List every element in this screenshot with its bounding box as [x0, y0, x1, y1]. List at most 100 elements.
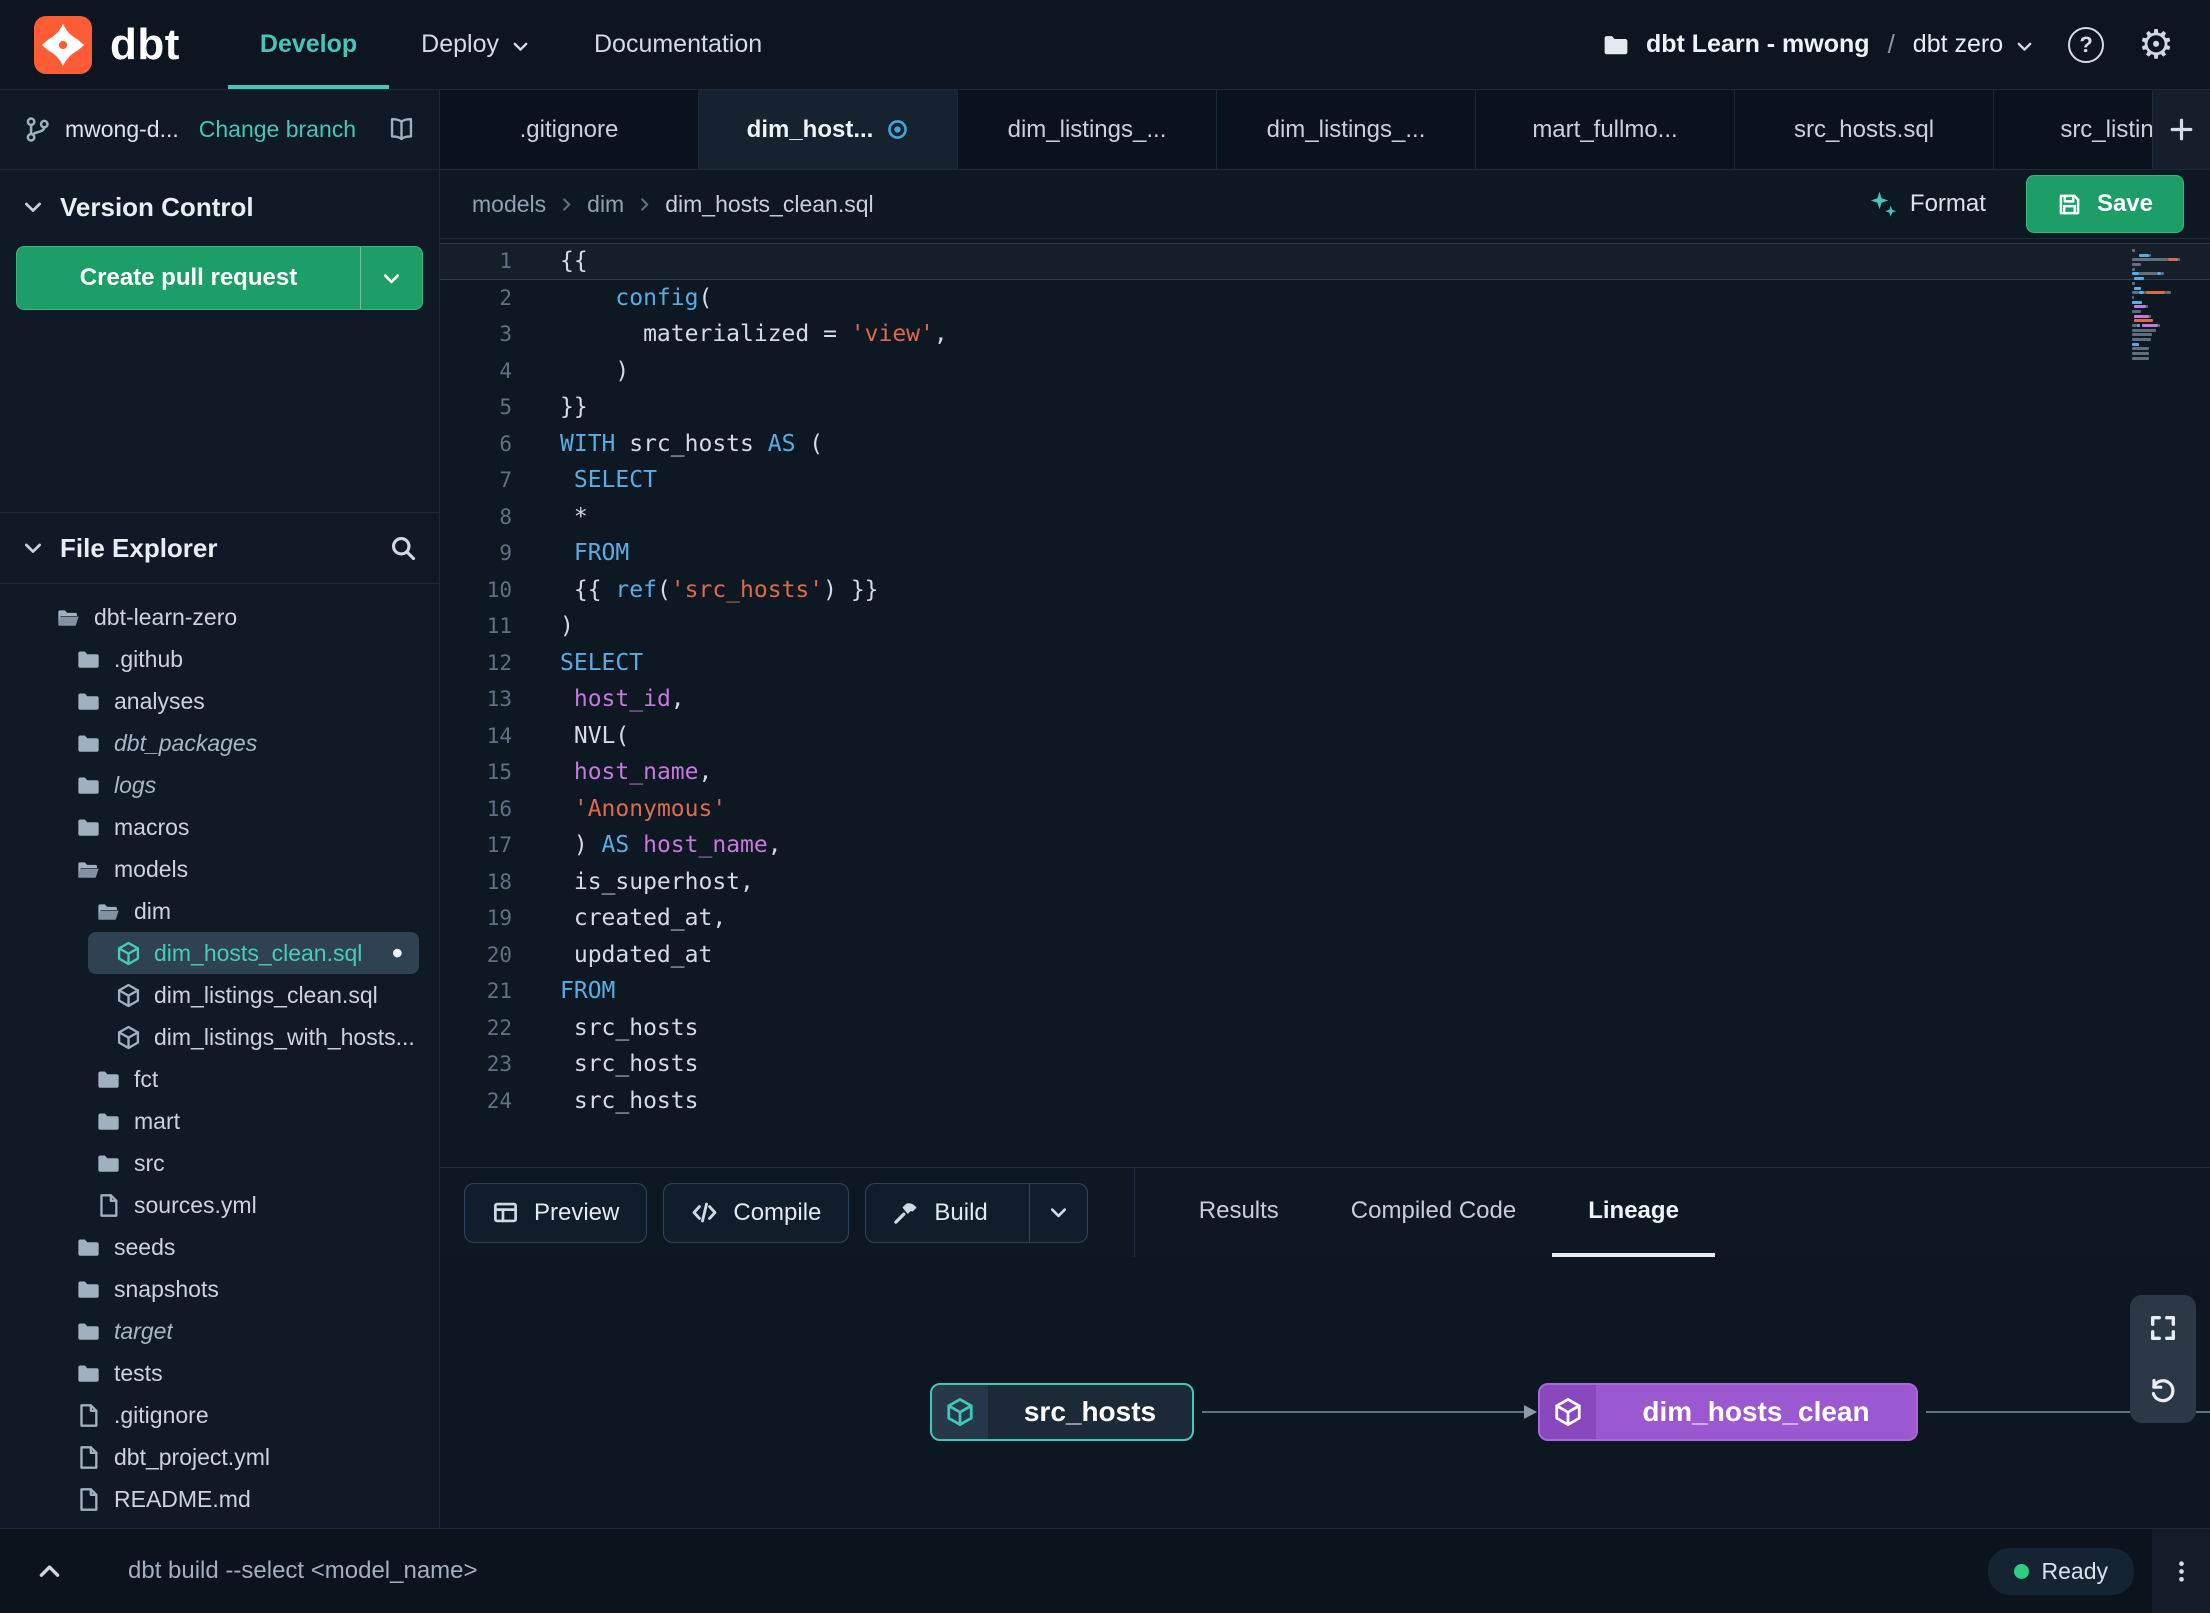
- lineage-node-dim-hosts-clean[interactable]: dim_hosts_clean: [1538, 1383, 1918, 1441]
- nav-item-label: Develop: [259, 30, 358, 58]
- tree-item-src[interactable]: src: [0, 1142, 439, 1184]
- tree-item-dbt-learn-zero[interactable]: dbt-learn-zero: [0, 596, 439, 638]
- tab-mart-fullmo[interactable]: mart_fullmo...: [1476, 90, 1735, 169]
- nav-item-develop[interactable]: Develop: [227, 0, 390, 89]
- create-pr-dropdown-button[interactable]: [360, 247, 422, 309]
- fullscreen-button[interactable]: [2135, 1300, 2191, 1356]
- lineage-canvas[interactable]: src_hostsdim_hosts_cleandim_listings_w_h: [440, 1257, 2210, 1528]
- kebab-menu-button[interactable]: [2152, 1529, 2210, 1613]
- tree-item-github[interactable]: .github: [0, 638, 439, 680]
- tree-item-models[interactable]: models: [0, 848, 439, 890]
- code-line[interactable]: 17 ) AS host_name,: [440, 827, 2210, 864]
- search-icon[interactable]: [389, 534, 417, 562]
- code-line[interactable]: 16 'Anonymous': [440, 791, 2210, 828]
- code-line[interactable]: 1 {{: [440, 243, 2210, 280]
- tree-item-readme-md[interactable]: README.md: [0, 1478, 439, 1520]
- code-token: *: [560, 503, 588, 530]
- code-line[interactable]: 3 materialized = 'view',: [440, 316, 2210, 353]
- help-button[interactable]: ?: [2068, 26, 2105, 63]
- tree-item-mart[interactable]: mart: [0, 1100, 439, 1142]
- code-line[interactable]: 20 updated_at: [440, 937, 2210, 974]
- code-line[interactable]: 8 *: [440, 499, 2210, 536]
- command-input[interactable]: dbt build --select <model_name>: [128, 1557, 478, 1585]
- tab-dim-listings[interactable]: dim_listings_...: [1217, 90, 1476, 169]
- new-tab-button[interactable]: [2152, 90, 2210, 169]
- environment-dropdown[interactable]: dbt zero: [1913, 30, 2034, 59]
- code-line[interactable]: 12 SELECT: [440, 645, 2210, 682]
- minimap-line: [2132, 319, 2192, 323]
- nav-item-documentation[interactable]: Documentation: [562, 0, 794, 89]
- minimap-mark: [2132, 324, 2138, 327]
- code-token: ): [560, 613, 574, 640]
- tree-item-analyses[interactable]: analyses: [0, 680, 439, 722]
- create-pull-request-button[interactable]: Create pull request: [16, 246, 423, 310]
- code-line[interactable]: 4 ): [440, 353, 2210, 390]
- tab-gitignore[interactable]: .gitignore: [440, 90, 699, 169]
- tree-item-sources-yml[interactable]: sources.yml: [0, 1184, 439, 1226]
- file-explorer-header[interactable]: File Explorer: [0, 512, 439, 584]
- compile-button[interactable]: Compile: [663, 1182, 850, 1243]
- tree-item-dim-hosts-clean-sql[interactable]: dim_hosts_clean.sql •: [88, 932, 419, 974]
- tree-item-dim-listings-clean-sql[interactable]: dim_listings_clean.sql: [0, 974, 439, 1016]
- change-branch-link[interactable]: Change branch: [199, 116, 356, 143]
- code-line[interactable]: 13 host_id,: [440, 681, 2210, 718]
- tree-item-gitignore[interactable]: .gitignore: [0, 1394, 439, 1436]
- build-button[interactable]: Build: [866, 1184, 1013, 1242]
- version-control-header[interactable]: Version Control: [0, 170, 439, 244]
- code-line[interactable]: 22 src_hosts: [440, 1010, 2210, 1047]
- code-line[interactable]: 19 created_at,: [440, 900, 2210, 937]
- tab-compiled-code[interactable]: Compiled Code: [1315, 1168, 1552, 1257]
- nav-item-deploy[interactable]: Deploy: [389, 0, 562, 89]
- tree-item-dim-listings-with-hosts[interactable]: dim_listings_with_hosts...: [0, 1016, 439, 1058]
- code-line[interactable]: 5}}: [440, 389, 2210, 426]
- tree-item-macros[interactable]: macros: [0, 806, 439, 848]
- tree-item-tests[interactable]: tests: [0, 1352, 439, 1394]
- save-button[interactable]: Save: [2025, 175, 2184, 233]
- code-line[interactable]: 10 {{ ref('src_hosts') }}: [440, 572, 2210, 609]
- tree-item-dim[interactable]: dim: [0, 890, 439, 932]
- code-editor[interactable]: 1{{2 config(3 materialized = 'view', 4 ) 5…: [440, 238, 2210, 1167]
- tree-item-target[interactable]: target: [0, 1310, 439, 1352]
- format-button[interactable]: Format: [1869, 190, 1986, 218]
- lineage-node-src-hosts[interactable]: src_hosts: [930, 1383, 1194, 1441]
- code-token: FROM: [560, 978, 616, 1005]
- code-line[interactable]: 6 WITH src_hosts AS (: [440, 426, 2210, 463]
- build-dropdown-button[interactable]: [1028, 1183, 1087, 1242]
- tree-item-logs[interactable]: logs: [0, 764, 439, 806]
- tab-lineage[interactable]: Lineage: [1552, 1168, 1715, 1257]
- editor-minimap[interactable]: [2132, 249, 2192, 362]
- code-line[interactable]: 14 NVL(: [440, 718, 2210, 755]
- minimap-line: [2132, 281, 2192, 285]
- breadcrumb-item[interactable]: models: [472, 191, 546, 218]
- tab-dim-listings[interactable]: dim_listings_...: [958, 90, 1217, 169]
- minimap-mark: [2142, 324, 2158, 327]
- tab-results[interactable]: Results: [1163, 1168, 1315, 1257]
- code-line[interactable]: 24 src_hosts: [440, 1083, 2210, 1120]
- code-line[interactable]: 21 FROM: [440, 973, 2210, 1010]
- gear-icon[interactable]: ⚙: [2138, 25, 2174, 65]
- folder-icon: [76, 1361, 101, 1386]
- tree-item-snapshots[interactable]: snapshots: [0, 1268, 439, 1310]
- preview-button[interactable]: Preview: [464, 1182, 648, 1243]
- breadcrumb-item[interactable]: dim_hosts_clean.sql: [665, 191, 873, 218]
- code-token: ) }}: [823, 576, 879, 603]
- tree-item-fct[interactable]: fct: [0, 1058, 439, 1100]
- code-line[interactable]: 18 is_superhost,: [440, 864, 2210, 901]
- tree-item-seeds[interactable]: seeds: [0, 1226, 439, 1268]
- reset-view-button[interactable]: [2135, 1362, 2191, 1418]
- code-line[interactable]: 2 config(: [440, 280, 2210, 317]
- code-line[interactable]: 15 host_name,: [440, 754, 2210, 791]
- code-line[interactable]: 9 FROM: [440, 535, 2210, 572]
- code-line[interactable]: 11): [440, 608, 2210, 645]
- tab-dim-host[interactable]: dim_host...: [699, 90, 958, 169]
- docs-book-icon[interactable]: [388, 116, 415, 143]
- tree-item-dbt-packages[interactable]: dbt_packages: [0, 722, 439, 764]
- breadcrumb-item[interactable]: dim: [587, 191, 624, 218]
- tree-item-dbt-project-yml[interactable]: dbt_project.yml: [0, 1436, 439, 1478]
- code-line[interactable]: 7 SELECT: [440, 462, 2210, 499]
- expand-panel-button[interactable]: [26, 1548, 72, 1594]
- code-line[interactable]: 23 src_hosts: [440, 1046, 2210, 1083]
- code-token: src_hosts: [560, 1087, 699, 1114]
- tab-src-hosts-sql[interactable]: src_hosts.sql: [1735, 90, 1994, 169]
- code-token: 'Anonymous': [573, 795, 727, 822]
